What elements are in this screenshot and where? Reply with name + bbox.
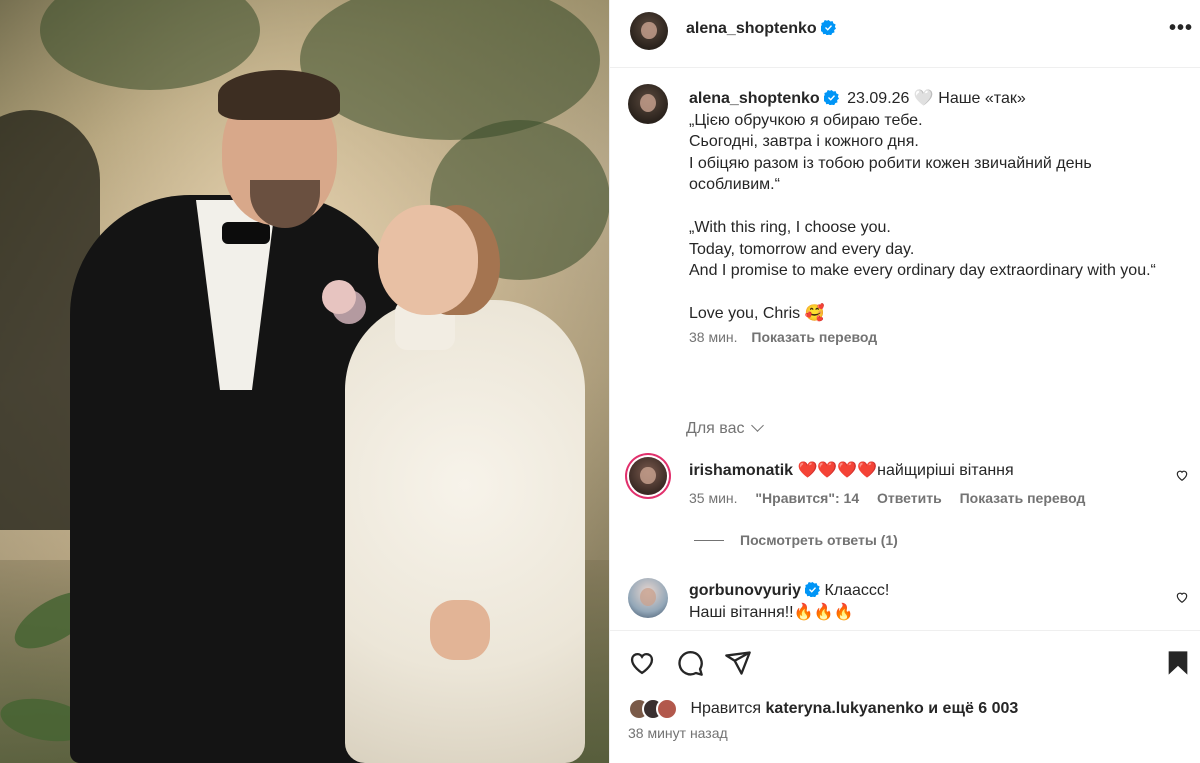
caption-translate-link[interactable]: Показать перевод: [751, 329, 877, 345]
reply-button[interactable]: Ответить: [877, 490, 942, 506]
comment-text: ❤️❤️❤️❤️найщиріші вітання: [797, 462, 1014, 479]
caption-body: „Цією обручкою я обираю тебе. Сьогодні, …: [689, 111, 1156, 323]
comment-heart-icon[interactable]: [1175, 468, 1189, 482]
author-username-text[interactable]: alena_shoptenko: [686, 20, 817, 37]
commenter-username[interactable]: gorbunovyuriy: [689, 582, 801, 599]
caption-date: 23.09.26: [847, 90, 910, 107]
caption-area: alena_shoptenko 23.09.26 🤍 Наше «так» „Ц…: [610, 68, 1200, 630]
caption-title: Наше «так»: [938, 90, 1026, 107]
commenter-avatar[interactable]: [628, 578, 668, 618]
commenter-username[interactable]: irishamonatik: [689, 462, 793, 479]
post-time-ago: 38 минут назад: [628, 725, 728, 741]
for-you-label: Для вас: [686, 420, 745, 437]
caption-meta: 38 мин. Показать перевод: [689, 327, 1179, 349]
comment-likes[interactable]: "Нравится": 14: [755, 490, 859, 506]
likes-count[interactable]: и ещё 6 003: [928, 700, 1018, 717]
photo-groom-hair: [218, 70, 340, 120]
white-heart-emoji: 🤍: [913, 90, 934, 107]
likes-summary[interactable]: Нравится kateryna.lukyanenko и ещё 6 003: [628, 698, 1018, 722]
caption: alena_shoptenko 23.09.26 🤍 Наше «так» „Ц…: [689, 88, 1179, 348]
replies-divider: [694, 540, 724, 541]
comment-heart-icon[interactable]: [1175, 590, 1189, 604]
likes-text: Нравится kateryna.lukyanenko и ещё 6 003: [690, 700, 1018, 718]
paper-plane-icon[interactable]: [724, 649, 752, 677]
comment-text-line: gorbunovyuriy Клаассс! Наші вітання!!🔥🔥🔥: [689, 580, 1159, 624]
heart-icon[interactable]: [628, 649, 656, 677]
chevron-down-icon: [750, 419, 764, 432]
photo-boutonniere: [322, 280, 356, 314]
photo-bride-dress: [345, 300, 585, 763]
author-username[interactable]: alena_shoptenko: [686, 20, 836, 38]
bookmark-icon[interactable]: [1164, 649, 1192, 677]
view-replies-button[interactable]: Посмотреть ответы (1): [694, 532, 898, 548]
comment-text-line-2: Наші вітання!!🔥🔥🔥: [689, 604, 854, 621]
author-avatar[interactable]: [630, 12, 668, 50]
comment-meta: 35 мин. "Нравится": 14 Ответить Показать…: [689, 490, 1099, 506]
comment-text-line: irishamonatik ❤️❤️❤️❤️найщиріші вітання: [689, 460, 1159, 482]
comment-time: 35 мин.: [689, 490, 738, 506]
for-you-filter[interactable]: Для вас: [686, 419, 764, 438]
liker-avatar: [656, 698, 678, 720]
verified-badge-icon: [823, 90, 839, 105]
photo-bride-head: [378, 205, 478, 315]
view-replies-label: Посмотреть ответы (1): [740, 532, 898, 548]
comment-text: Клаассс!: [824, 582, 890, 599]
photo-hands: [430, 600, 490, 660]
action-bar: Нравится kateryna.lukyanenko и ещё 6 003…: [610, 630, 1200, 763]
comment-translate-link[interactable]: Показать перевод: [960, 490, 1086, 506]
comment-icon[interactable]: [676, 649, 704, 677]
likes-prefix: Нравится: [690, 700, 762, 717]
photo-bowtie: [222, 222, 270, 244]
post-photo[interactable]: [0, 0, 609, 763]
caption-author-avatar[interactable]: [628, 84, 668, 124]
commenter-avatar[interactable]: [629, 457, 667, 495]
post-header: alena_shoptenko •••: [610, 0, 1200, 68]
liker-username[interactable]: kateryna.lukyanenko: [766, 700, 924, 717]
caption-author-username[interactable]: alena_shoptenko: [689, 90, 820, 107]
verified-badge-icon: [820, 20, 836, 35]
verified-badge-icon: [805, 582, 821, 597]
caption-time: 38 мин.: [689, 328, 738, 345]
more-options-button[interactable]: •••: [1169, 18, 1193, 42]
post-side-panel: alena_shoptenko ••• alena_shoptenko 23.0…: [609, 0, 1200, 763]
